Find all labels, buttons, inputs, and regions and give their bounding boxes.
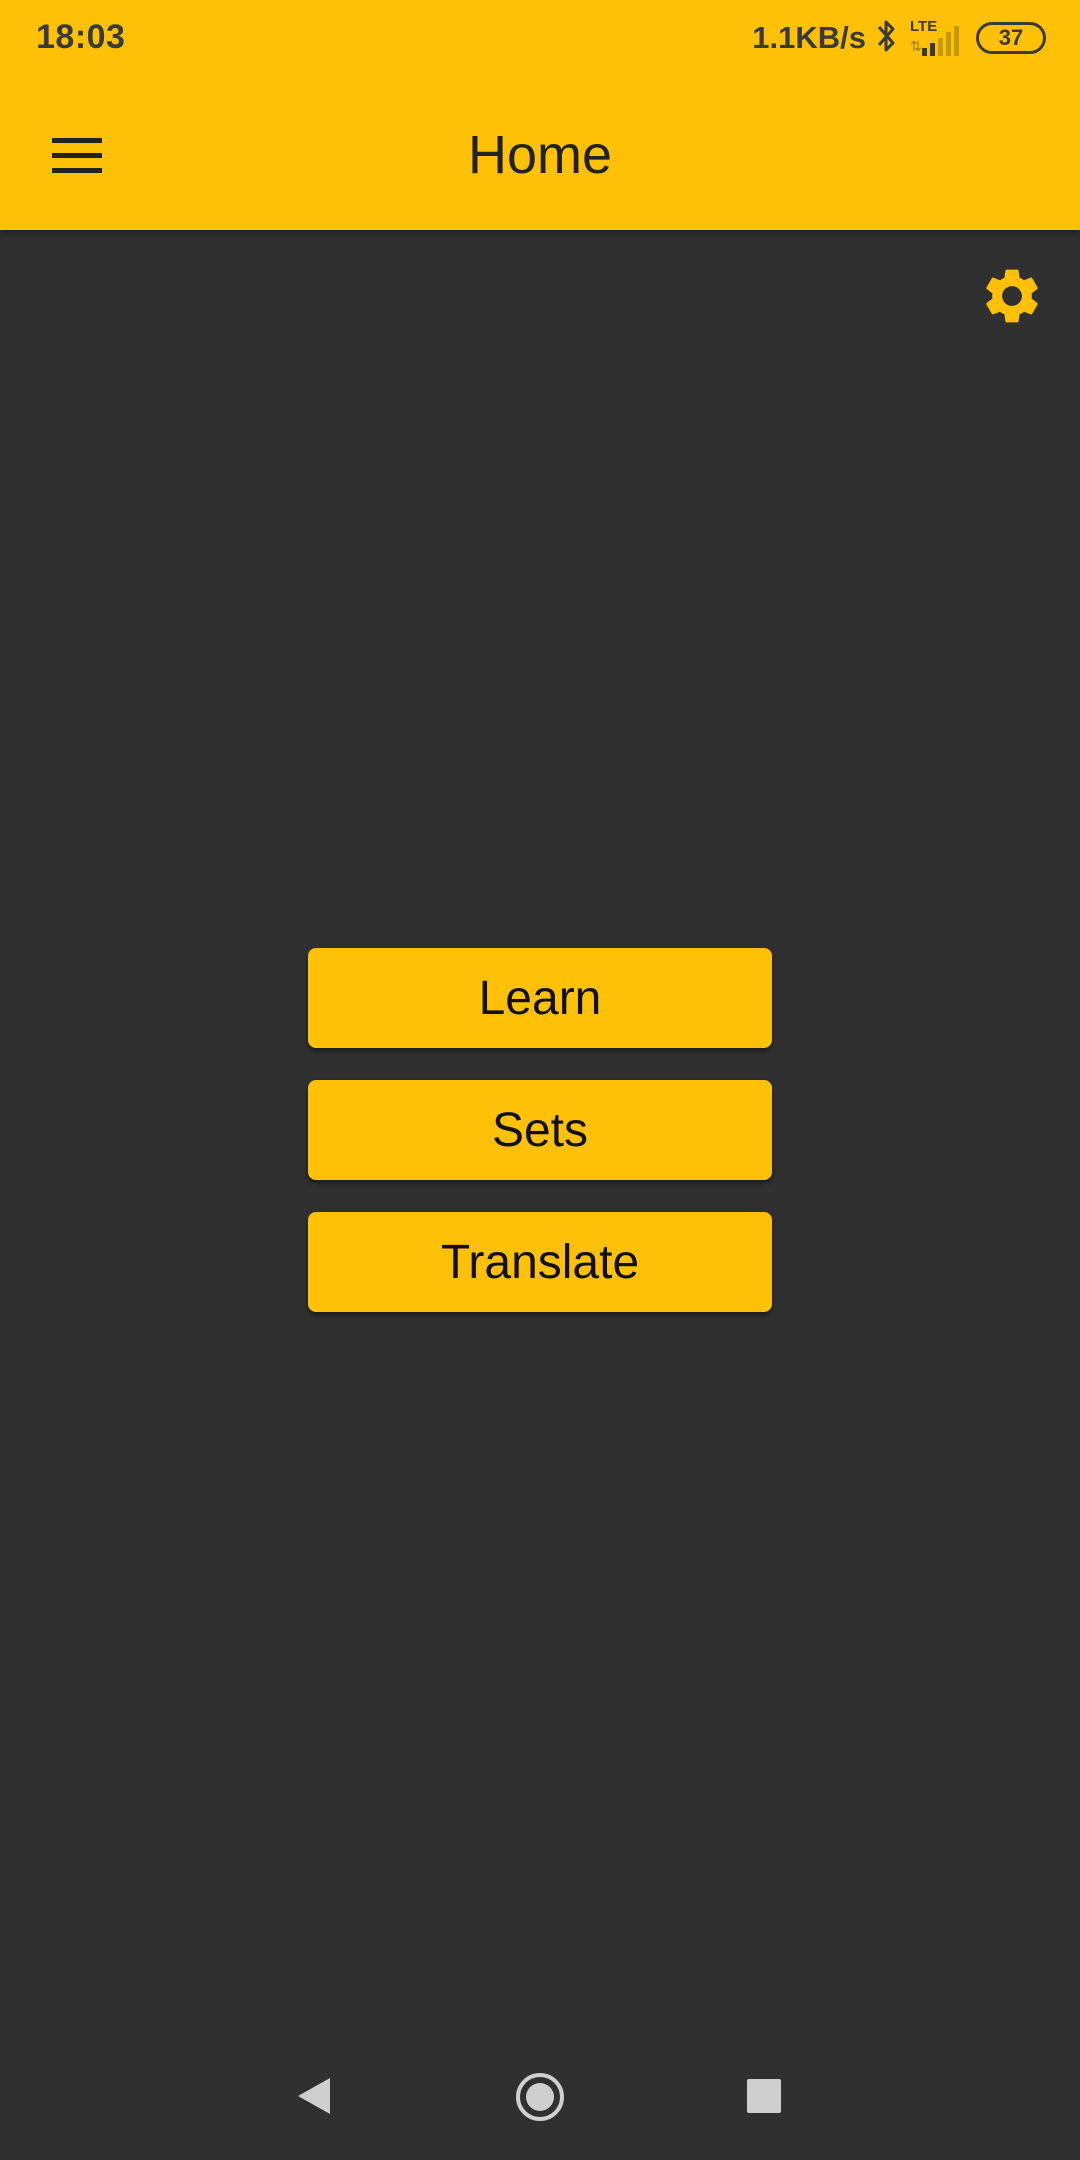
sets-button[interactable]: Sets	[308, 1080, 772, 1180]
status-time: 18:03	[36, 18, 126, 56]
back-icon[interactable]	[296, 2076, 332, 2116]
system-navigation-bar	[0, 2040, 1080, 2160]
status-bar: 18:03 1.1KB/s LTE ⇅ 37	[0, 0, 1080, 80]
data-activity-icon: ⇅	[910, 38, 922, 54]
page-title: Home	[467, 125, 613, 185]
home-icon[interactable]	[515, 2072, 565, 2122]
battery-icon: 37	[976, 22, 1046, 54]
signal-icon: LTE ⇅	[908, 18, 966, 58]
top-app-bar: 18:03 1.1KB/s LTE ⇅ 37 Home	[0, 0, 1080, 230]
bluetooth-icon	[876, 17, 898, 60]
gear-icon	[979, 263, 1045, 334]
app-bar: Home	[0, 80, 1080, 230]
battery-level: 37	[998, 25, 1024, 50]
status-indicators: 1.1KB/s LTE ⇅ 37	[752, 16, 1046, 60]
recent-apps-icon[interactable]	[747, 2079, 781, 2113]
network-speed: 1.1KB/s	[752, 20, 866, 55]
translate-button[interactable]: Translate	[308, 1212, 772, 1312]
settings-button[interactable]	[976, 262, 1048, 334]
learn-button[interactable]: Learn	[308, 948, 772, 1048]
